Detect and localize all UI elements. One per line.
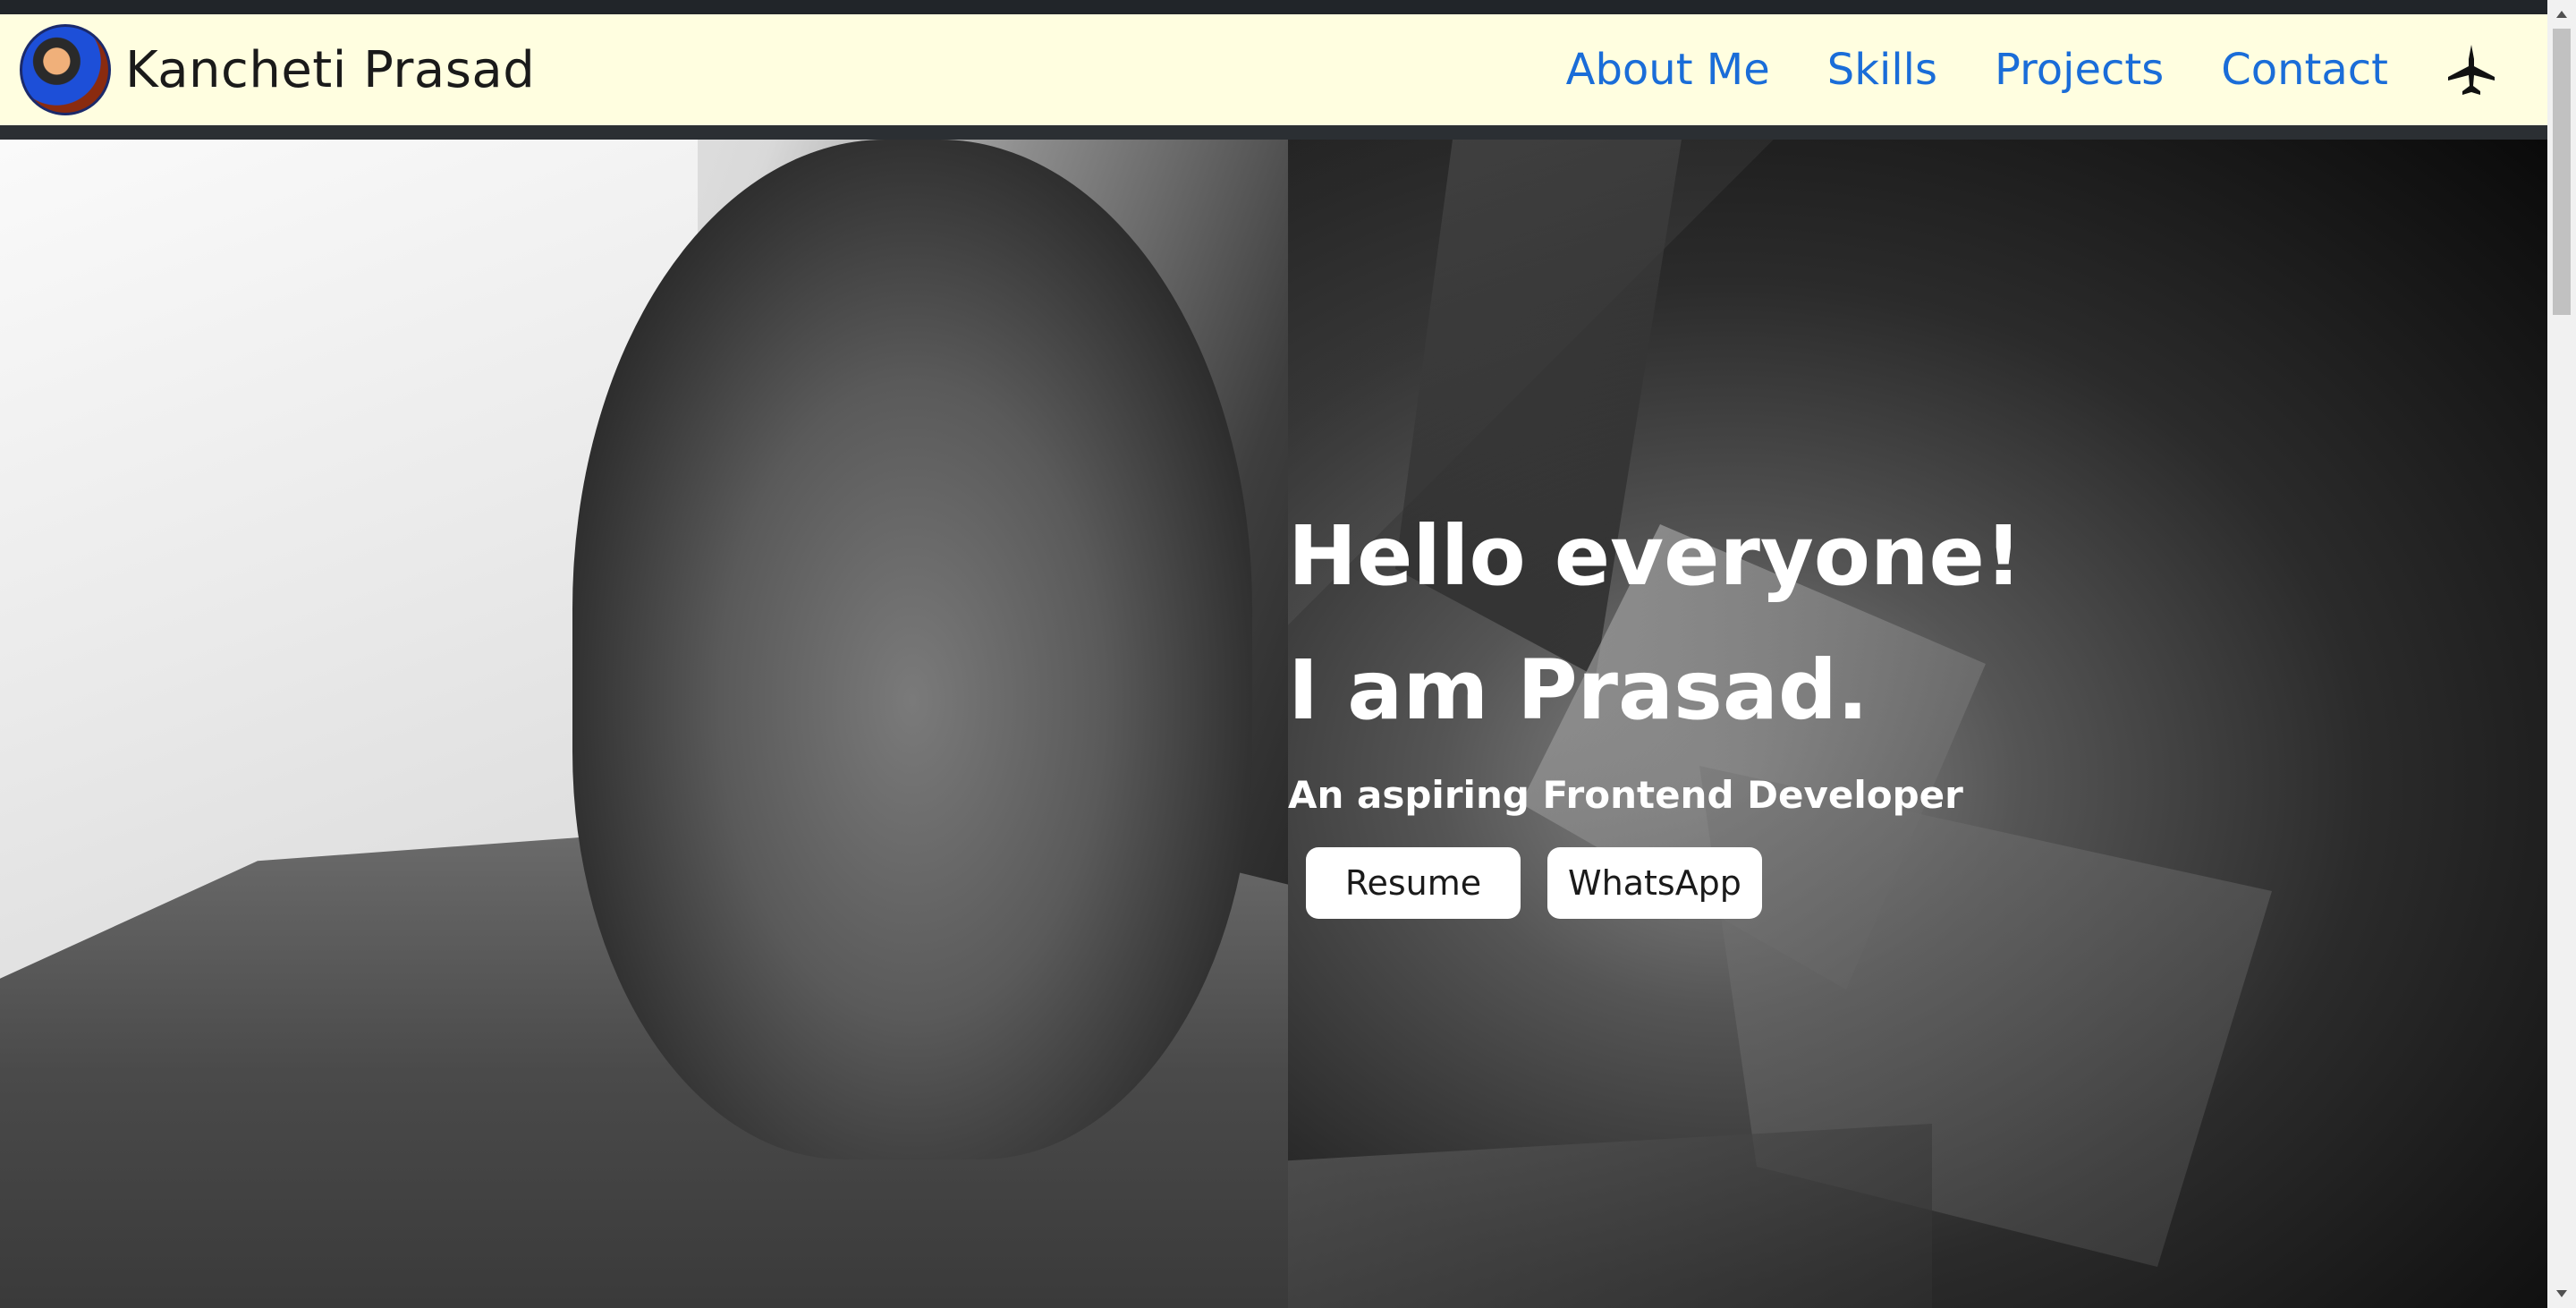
navbar-divider <box>0 125 2547 140</box>
whatsapp-button[interactable]: WhatsApp <box>1547 847 1762 919</box>
nav-link-projects[interactable]: Projects <box>1995 45 2164 95</box>
top-strip <box>0 0 2547 14</box>
scroll-down-arrow-icon[interactable] <box>2547 1279 2576 1308</box>
brand-name[interactable]: Kancheti Prasad <box>125 41 535 99</box>
hero-text: Hello everyone! I am Prasad. An aspiring… <box>1288 515 2022 919</box>
nav-link-skills[interactable]: Skills <box>1827 45 1937 95</box>
hero-buttons: Resume WhatsApp <box>1306 847 2022 919</box>
profile-photo <box>0 140 1288 1308</box>
avatar <box>20 24 111 115</box>
hero-greeting: Hello everyone! <box>1288 508 2022 604</box>
scrollbar-thumb[interactable] <box>2553 29 2571 315</box>
nav-link-about[interactable]: About Me <box>1566 45 1770 95</box>
fighter-jet-icon[interactable] <box>2442 40 2501 99</box>
hero-intro: I am Prasad. <box>1288 642 1868 738</box>
scroll-up-arrow-icon[interactable] <box>2547 0 2576 29</box>
resume-button[interactable]: Resume <box>1306 847 1521 919</box>
hero-section: Hello everyone! I am Prasad. An aspiring… <box>0 140 2547 1308</box>
hero-tagline: An aspiring Frontend Developer <box>1288 773 1963 817</box>
scrollbar[interactable] <box>2547 0 2576 1308</box>
nav-links: About Me Skills Projects Contact <box>1566 14 2501 125</box>
brand[interactable]: Kancheti Prasad <box>20 24 535 115</box>
navbar: Kancheti Prasad About Me Skills Projects… <box>0 14 2547 125</box>
hero-text-panel: Hello everyone! I am Prasad. An aspiring… <box>1288 140 2547 1308</box>
nav-link-contact[interactable]: Contact <box>2221 45 2388 95</box>
